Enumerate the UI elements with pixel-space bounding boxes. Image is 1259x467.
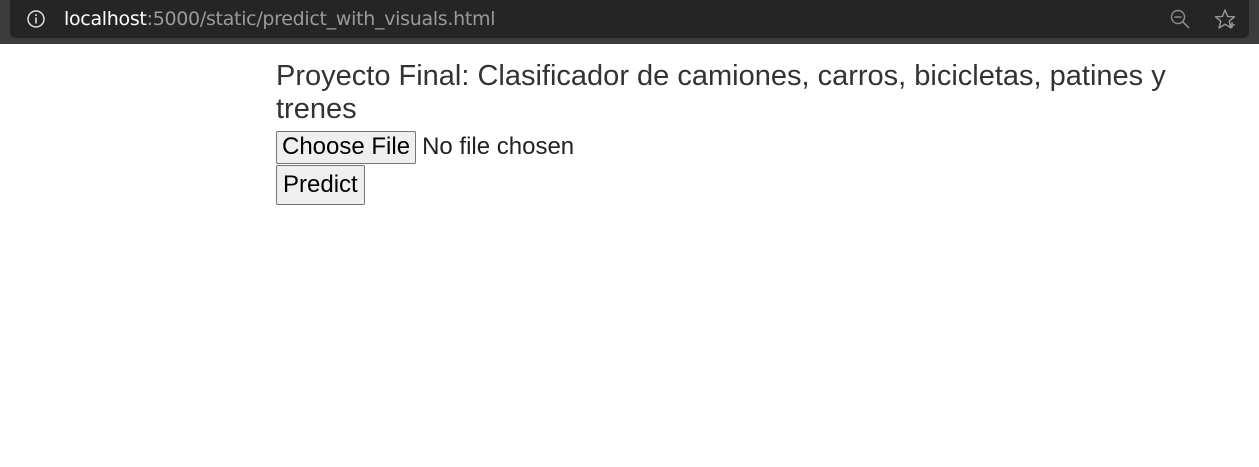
predict-button[interactable]: Predict [276, 165, 365, 205]
url-path: :5000/static/predict_with_visuals.html [146, 8, 496, 30]
address-bar[interactable]: localhost:5000/static/predict_with_visua… [10, 0, 1249, 38]
page-title: Proyecto Final: Clasificador de camiones… [276, 60, 1166, 125]
info-icon[interactable] [26, 9, 46, 29]
file-status-text: No file chosen [422, 133, 575, 160]
page-content: Proyecto Final: Clasificador de camiones… [276, 60, 1236, 205]
choose-file-button[interactable]: Choose File [276, 130, 417, 164]
zoom-out-icon[interactable] [1169, 8, 1191, 30]
browser-toolbar: localhost:5000/static/predict_with_visua… [0, 0, 1259, 44]
url-text[interactable]: localhost:5000/static/predict_with_visua… [64, 8, 496, 30]
url-host: localhost [64, 8, 147, 30]
star-icon[interactable] [1214, 8, 1236, 30]
file-input[interactable]: Choose File No file chosen [276, 130, 1236, 164]
